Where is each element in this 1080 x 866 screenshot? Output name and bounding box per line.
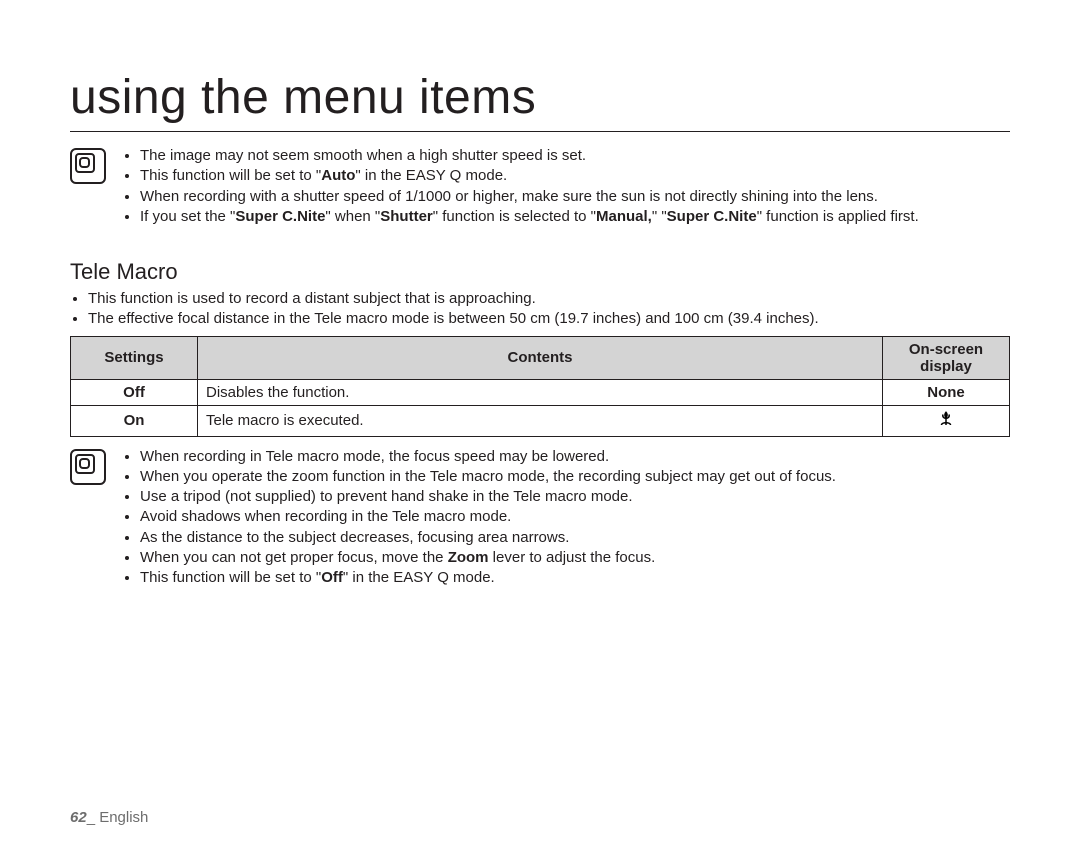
cell-display-none: None (883, 379, 1010, 405)
intro-item: The effective focal distance in the Tele… (88, 309, 1010, 329)
note2-item: This function will be set to "Off" in th… (140, 568, 836, 588)
text: This function will be set to " (140, 569, 321, 586)
cell-display-icon (883, 405, 1010, 436)
note-icon (70, 148, 106, 184)
page-number: 62 (70, 809, 87, 826)
note1-item: When recording with a shutter speed of 1… (140, 187, 919, 207)
text: " when " (325, 208, 380, 225)
cell-contents: Disables the function. (198, 379, 883, 405)
bold-text: Zoom (448, 549, 489, 566)
text: " function is applied first. (757, 208, 919, 225)
page-footer: 62_ English (70, 809, 148, 826)
text: " function is selected to " (433, 208, 596, 225)
note-list-1: The image may not seem smooth when a hig… (122, 146, 919, 227)
note2-item: Use a tripod (not supplied) to prevent h… (140, 487, 836, 507)
bold-text: Super C.Nite (235, 208, 325, 225)
note1-item: If you set the "Super C.Nite" when "Shut… (140, 207, 919, 227)
note-block-shutter: The image may not seem smooth when a hig… (70, 146, 1010, 227)
intro-list: This function is used to record a distan… (70, 289, 1010, 330)
text: When you can not get proper focus, move … (140, 549, 448, 566)
footer-sep: _ (87, 809, 100, 826)
note-block-tele-macro: When recording in Tele macro mode, the f… (70, 447, 1010, 589)
text: " in the EASY Q mode. (355, 167, 507, 184)
page-title: using the menu items (70, 70, 1010, 132)
text: If you set the " (140, 208, 235, 225)
cell-contents: Tele macro is executed. (198, 405, 883, 436)
cell-setting-on: On (71, 405, 198, 436)
note1-item: This function will be set to "Auto" in t… (140, 166, 919, 186)
text: lever to adjust the focus. (489, 549, 656, 566)
text: " in the EASY Q mode. (343, 569, 495, 586)
note2-item: As the distance to the subject decreases… (140, 528, 836, 548)
bold-text: Super C.Nite (667, 208, 757, 225)
th-contents: Contents (198, 336, 883, 379)
table-header-row: Settings Contents On-screen display (71, 336, 1010, 379)
note1-item: The image may not seem smooth when a hig… (140, 146, 919, 166)
note-list-2: When recording in Tele macro mode, the f… (122, 447, 836, 589)
bold-text: Shutter (380, 208, 433, 225)
note2-item: When recording in Tele macro mode, the f… (140, 447, 836, 467)
note2-item: When you can not get proper focus, move … (140, 548, 836, 568)
section-heading-tele-macro: Tele Macro (70, 259, 1010, 285)
th-settings: Settings (71, 336, 198, 379)
note-icon (70, 449, 106, 485)
tele-macro-icon (937, 410, 955, 431)
footer-language: English (99, 809, 148, 826)
th-display: On-screen display (883, 336, 1010, 379)
intro-item: This function is used to record a distan… (88, 289, 1010, 309)
text: " " (652, 208, 667, 225)
settings-table: Settings Contents On-screen display Off … (70, 336, 1010, 437)
bold-text: Off (321, 569, 343, 586)
text: This function will be set to " (140, 167, 321, 184)
bold-text: Manual, (596, 208, 652, 225)
table-row: On Tele macro is executed. (71, 405, 1010, 436)
table-row: Off Disables the function. None (71, 379, 1010, 405)
note2-item: Avoid shadows when recording in the Tele… (140, 507, 836, 527)
note2-item: When you operate the zoom function in th… (140, 467, 836, 487)
manual-page: using the menu items The image may not s… (0, 0, 1080, 866)
bold-text: Auto (321, 167, 355, 184)
cell-setting-off: Off (71, 379, 198, 405)
